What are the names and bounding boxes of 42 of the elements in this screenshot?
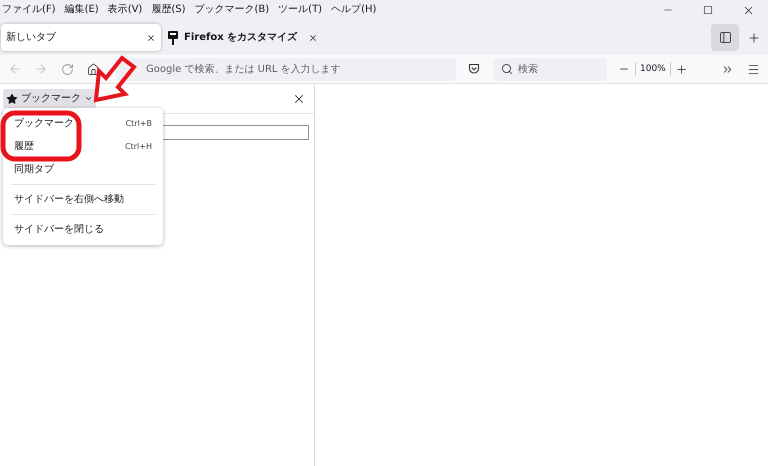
menu-item[interactable]: ブックマーク Ctrl+B [6, 112, 160, 135]
chevron-down-icon [84, 94, 93, 103]
search-field[interactable]: 検索 [518, 62, 607, 76]
plus-icon [675, 62, 688, 76]
search-bar[interactable]: 検索 [493, 58, 607, 80]
shortcut-label: Ctrl+H [125, 140, 152, 152]
menu-item[interactable]: 同期タブ [6, 158, 160, 181]
tab-title: 新しいタブ [6, 30, 57, 45]
reload-icon [60, 62, 74, 76]
menu-item[interactable]: サイドバーを閉じる [6, 218, 160, 241]
menu-item[interactable]: サイドバーを右側へ移動 [6, 188, 160, 211]
browser-tab[interactable]: Firefox をカスタマイズ [163, 24, 323, 51]
home-icon [86, 62, 100, 76]
shortcut-label: Ctrl+B [126, 118, 152, 130]
plus-icon [747, 30, 761, 44]
sidebar-icon [718, 31, 732, 44]
menu-bar-item[interactable]: 編集(E) [64, 5, 99, 15]
tab-title: Firefox をカスタマイズ [184, 30, 298, 45]
menu-bar-item[interactable]: ヘルプ(H) [331, 5, 376, 15]
sidebar-switcher-button[interactable]: ブックマーク [3, 88, 96, 108]
menu-item[interactable]: 履歴 Ctrl+H [6, 135, 160, 158]
address-field[interactable]: Google で検索、または URL を入力します [146, 62, 456, 76]
sidebar-toggle-button[interactable] [711, 24, 739, 51]
forward-arrow-icon [34, 62, 48, 76]
close-tab-icon[interactable] [146, 32, 156, 42]
search-icon [501, 63, 513, 75]
menu-bar-item[interactable]: ファイル(F) [2, 5, 56, 15]
browser-tab[interactable]: 新しいタブ [1, 24, 161, 51]
back-arrow-icon [8, 62, 22, 76]
zoom-level[interactable]: 100% [635, 62, 671, 76]
menu-bar-item[interactable]: ツール(T) [278, 5, 322, 15]
menu-bar-item[interactable]: 表示(V) [108, 5, 142, 15]
star-icon [6, 92, 18, 104]
signpost-icon [168, 30, 178, 44]
menu-bar-item[interactable]: 履歴(S) [151, 5, 186, 15]
address-bar[interactable]: Google で検索、または URL を入力します [116, 58, 456, 80]
close-tab-icon[interactable] [308, 32, 318, 42]
menu-icon [746, 62, 760, 76]
menu-bar-item[interactable]: ブックマーク(B) [194, 5, 270, 15]
maximize-icon [703, 5, 713, 15]
annotation-arrow [94, 55, 137, 103]
pocket-icon[interactable] [468, 63, 480, 75]
